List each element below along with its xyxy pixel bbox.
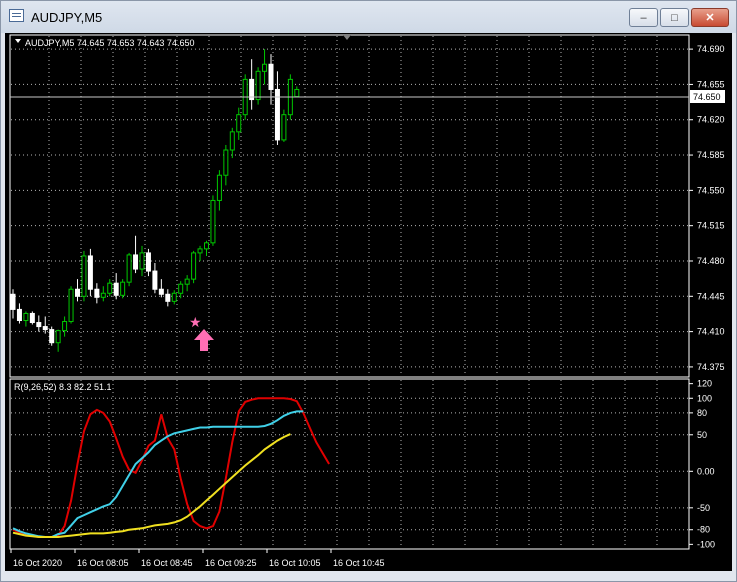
candle-body — [178, 283, 184, 294]
candle-body — [229, 131, 235, 151]
candle-body — [210, 199, 216, 244]
time-axis-label: 16 Oct 09:25 — [205, 558, 257, 568]
candle-body — [236, 114, 242, 133]
time-axis-label: 16 Oct 10:45 — [333, 558, 385, 568]
price-axis-label: 74.620 — [697, 115, 725, 125]
time-axis-label: 16 Oct 08:05 — [77, 558, 129, 568]
candle-body — [126, 254, 132, 283]
maximize-button[interactable]: □ — [660, 8, 689, 27]
candle-body — [23, 312, 29, 322]
minimize-button[interactable]: – — [629, 8, 658, 27]
candle-body — [42, 326, 48, 331]
candle-body — [262, 63, 268, 72]
indicator-lines — [12, 397, 330, 538]
candle-body — [55, 330, 61, 344]
buy-arrow-icon — [194, 329, 214, 351]
indicator-pane-border — [9, 378, 690, 550]
price-axis-label: 74.375 — [697, 362, 725, 372]
price-axis-label: 74.550 — [697, 185, 725, 195]
candle-body — [281, 114, 287, 141]
indicator-axis-label: 50 — [697, 430, 707, 440]
candle-body — [133, 254, 139, 270]
indicator-axis-label: 80 — [697, 408, 707, 418]
candle-body — [94, 288, 100, 298]
time-axis-label: 16 Oct 2020 — [13, 558, 62, 568]
window-title: AUDJPY,M5 — [31, 10, 103, 25]
price-axis-label: 74.445 — [697, 291, 725, 301]
chart-canvas[interactable]: 74.690 74.655 74.620 74.585 74.550 74.515 74.4… — [5, 33, 732, 571]
status-strip — [1, 571, 736, 581]
indicator-axis-label: 100 — [697, 393, 712, 403]
candle-body — [120, 281, 126, 296]
candle-body — [36, 322, 42, 328]
price-axis-label: 74.690 — [697, 44, 725, 54]
candle-body — [197, 248, 203, 254]
indicator-header: R(9,26,52) 8.3 82.2 51.1 — [14, 382, 112, 392]
candle-body — [165, 293, 171, 302]
indicator-axis-label: -100 — [697, 539, 715, 549]
candle-body — [10, 293, 16, 310]
candle-body — [49, 329, 55, 344]
candle-body — [191, 252, 197, 280]
candle-body — [16, 308, 22, 322]
candle-body — [113, 282, 119, 296]
price-axis-label: 74.655 — [697, 79, 725, 89]
candle-body — [158, 288, 164, 295]
candles — [10, 49, 300, 352]
grid — [11, 36, 689, 548]
candle-body — [139, 252, 145, 270]
price-axis-label: 74.410 — [697, 327, 725, 337]
chart-header: AUDJPY,M5 74.645 74.653 74.643 74.650 — [25, 38, 194, 48]
indicator-axis-label: -80 — [697, 525, 710, 535]
title-bar[interactable]: AUDJPY,M5 – □ ✕ — [1, 1, 736, 33]
candle-body — [75, 288, 80, 297]
candle-body — [184, 278, 190, 285]
time-axis-label: 16 Oct 08:45 — [141, 558, 193, 568]
candle-body — [294, 88, 300, 98]
candle-body — [204, 242, 209, 250]
indicator-line-red — [12, 397, 330, 538]
main-pane-border — [9, 34, 690, 378]
candle-body — [216, 174, 222, 201]
shift-marker-icon[interactable] — [343, 35, 351, 40]
close-button[interactable]: ✕ — [691, 8, 729, 27]
indicator-axis-label: 0.00 — [697, 466, 715, 476]
chart-window: AUDJPY,M5 – □ ✕ 74.690 74.655 74.620 74.585… — [0, 0, 737, 582]
chart-window-icon — [9, 9, 24, 22]
candle-body — [87, 255, 93, 290]
candle-body — [171, 292, 177, 302]
collapse-arrow-icon[interactable] — [15, 39, 21, 43]
candle-body — [29, 312, 35, 324]
candle-body — [81, 255, 87, 297]
time-axis-label: 16 Oct 10:05 — [269, 558, 321, 568]
star-marker-icon: ★ — [189, 315, 202, 331]
current-price-label: 74.650 — [693, 92, 721, 102]
chart-area[interactable]: 74.690 74.655 74.620 74.585 74.550 74.515 74.4… — [5, 33, 732, 571]
candle-body — [223, 149, 229, 176]
indicator-axis-label: 120 — [697, 379, 712, 389]
candle-body — [107, 282, 113, 294]
candle-body — [100, 292, 106, 298]
axes: 74.690 74.655 74.620 74.585 74.550 74.515 74.4… — [10, 44, 725, 568]
price-axis-label: 74.480 — [697, 256, 725, 266]
indicator-axis-label: -50 — [697, 503, 710, 513]
price-axis-label: 74.585 — [697, 150, 725, 160]
candle-body — [145, 252, 151, 272]
candle-body — [152, 270, 158, 290]
candle-body — [62, 321, 68, 332]
candle-body — [268, 63, 274, 90]
candle-body — [68, 288, 74, 323]
price-axis-label: 74.515 — [697, 221, 725, 231]
candle-body — [255, 70, 261, 101]
